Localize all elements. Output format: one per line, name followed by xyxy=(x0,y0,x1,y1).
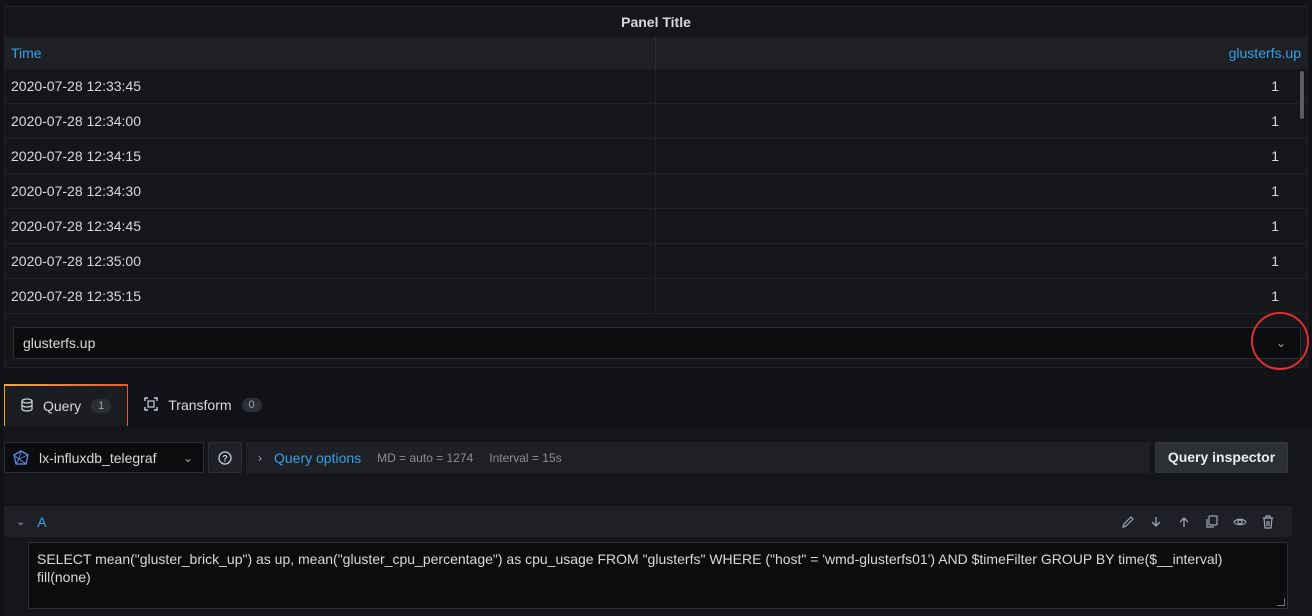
tab-transform-label: Transform xyxy=(168,397,232,413)
table-row: 2020-07-28 12:35:00 1 xyxy=(5,244,1307,279)
datasource-name: lx-influxdb_telegraf xyxy=(39,449,157,466)
table-row: 2020-07-28 12:33:45 1 xyxy=(5,69,1307,104)
query-options-label: Query options xyxy=(274,449,362,466)
database-icon xyxy=(21,397,33,415)
influxdb-icon xyxy=(13,449,29,466)
series-select[interactable]: glusterfs.up ⌄ xyxy=(13,327,1301,359)
table-scrollbar[interactable] xyxy=(1300,71,1304,119)
max-data-points: MD = auto = 1274 xyxy=(377,450,474,465)
svg-text:?: ? xyxy=(222,453,228,463)
question-circle-icon: ? xyxy=(218,450,232,465)
tab-query[interactable]: Query 1 xyxy=(4,384,129,426)
eye-icon[interactable] xyxy=(1232,515,1248,529)
table-panel: Panel Title Time glusterfs.up 2020-07-28… xyxy=(4,6,1308,368)
query-ref-id[interactable]: A xyxy=(37,514,46,530)
column-header-value[interactable]: glusterfs.up xyxy=(656,37,1307,69)
cell-time: 2020-07-28 12:34:00 xyxy=(5,104,656,138)
interval: Interval = 15s xyxy=(489,450,562,465)
arrow-down-icon[interactable] xyxy=(1148,515,1164,529)
cell-value: 1 xyxy=(1271,148,1279,164)
cell-time: 2020-07-28 12:35:15 xyxy=(5,279,656,313)
query-actions xyxy=(1120,506,1276,537)
table-row: 2020-07-28 12:35:15 1 xyxy=(5,279,1307,314)
query-options[interactable]: › Query options MD = auto = 1274 Interva… xyxy=(246,442,1150,473)
tab-transform[interactable]: Transform 0 xyxy=(128,384,277,426)
trash-icon[interactable] xyxy=(1260,514,1276,529)
arrow-up-icon[interactable] xyxy=(1176,515,1192,529)
table-row: 2020-07-28 12:34:45 1 xyxy=(5,209,1307,244)
cell-time: 2020-07-28 12:33:45 xyxy=(5,69,656,103)
tab-transform-count: 0 xyxy=(241,398,262,412)
panel-title[interactable]: Panel Title xyxy=(5,7,1307,37)
cell-time: 2020-07-28 12:34:45 xyxy=(5,209,656,243)
cell-time: 2020-07-28 12:35:00 xyxy=(5,244,656,278)
query-text-editor[interactable]: SELECT mean("gluster_brick_up") as up, m… xyxy=(28,542,1288,609)
cell-value: 1 xyxy=(1271,183,1279,199)
chevron-right-icon: › xyxy=(258,450,262,465)
chevron-down-icon: ⌄ xyxy=(182,450,193,465)
table-header: Time glusterfs.up xyxy=(5,37,1307,69)
series-select-value: glusterfs.up xyxy=(23,335,96,351)
table-body: 2020-07-28 12:33:45 1 2020-07-28 12:34:00… xyxy=(5,69,1307,319)
cell-value: 1 xyxy=(1271,218,1279,234)
copy-icon[interactable] xyxy=(1204,514,1220,529)
tab-query-count: 1 xyxy=(91,399,112,413)
cell-value: 1 xyxy=(1271,113,1279,129)
pencil-icon[interactable] xyxy=(1120,515,1136,529)
resize-handle[interactable] xyxy=(1277,598,1285,606)
help-button[interactable]: ? xyxy=(208,442,242,473)
table-row: 2020-07-28 12:34:15 1 xyxy=(5,139,1307,174)
tab-query-label: Query xyxy=(43,398,82,414)
datasource-picker[interactable]: lx-influxdb_telegraf ⌄ xyxy=(4,442,204,473)
transform-icon xyxy=(144,396,158,414)
highlight-circle xyxy=(1251,312,1309,370)
query-text: SELECT mean("gluster_brick_up") as up, m… xyxy=(37,551,1223,585)
query-inspector-button[interactable]: Query inspector xyxy=(1155,442,1288,473)
cell-value: 1 xyxy=(1271,78,1279,94)
cell-time: 2020-07-28 12:34:30 xyxy=(5,174,656,208)
cell-time: 2020-07-28 12:34:15 xyxy=(5,139,656,173)
table-row: 2020-07-28 12:34:00 1 xyxy=(5,104,1307,139)
cell-value: 1 xyxy=(1271,288,1279,304)
table-row: 2020-07-28 12:34:30 1 xyxy=(5,174,1307,209)
cell-value: 1 xyxy=(1271,253,1279,269)
column-header-time[interactable]: Time xyxy=(5,37,656,69)
chevron-down-icon[interactable]: ⌄ xyxy=(16,515,25,528)
editor-tabs: Query 1 Transform 0 xyxy=(4,384,278,426)
query-a-header[interactable]: ⌄ A xyxy=(4,506,1292,537)
